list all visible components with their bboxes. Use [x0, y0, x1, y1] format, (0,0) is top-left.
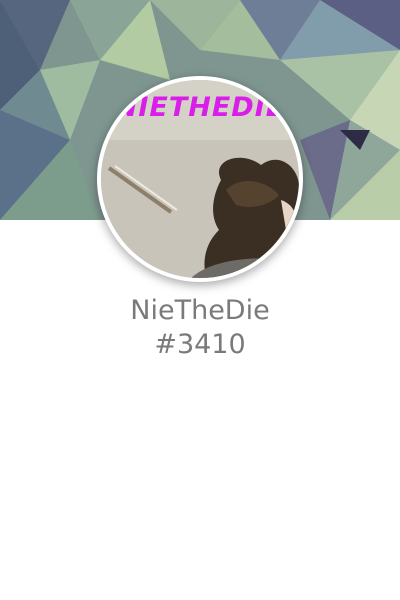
username: NieTheDie: [130, 295, 270, 326]
avatar-overlay-text: NIETHEDIE: [114, 92, 286, 123]
avatar[interactable]: NIETHEDIE: [97, 76, 303, 282]
user-identity: NieTheDie #3410: [0, 294, 400, 362]
avatar-image: NIETHEDIE: [101, 80, 299, 278]
profile-card: NIETHEDIE NieTheDie #3410: [0, 0, 400, 600]
user-discriminator: #3410: [154, 329, 246, 360]
